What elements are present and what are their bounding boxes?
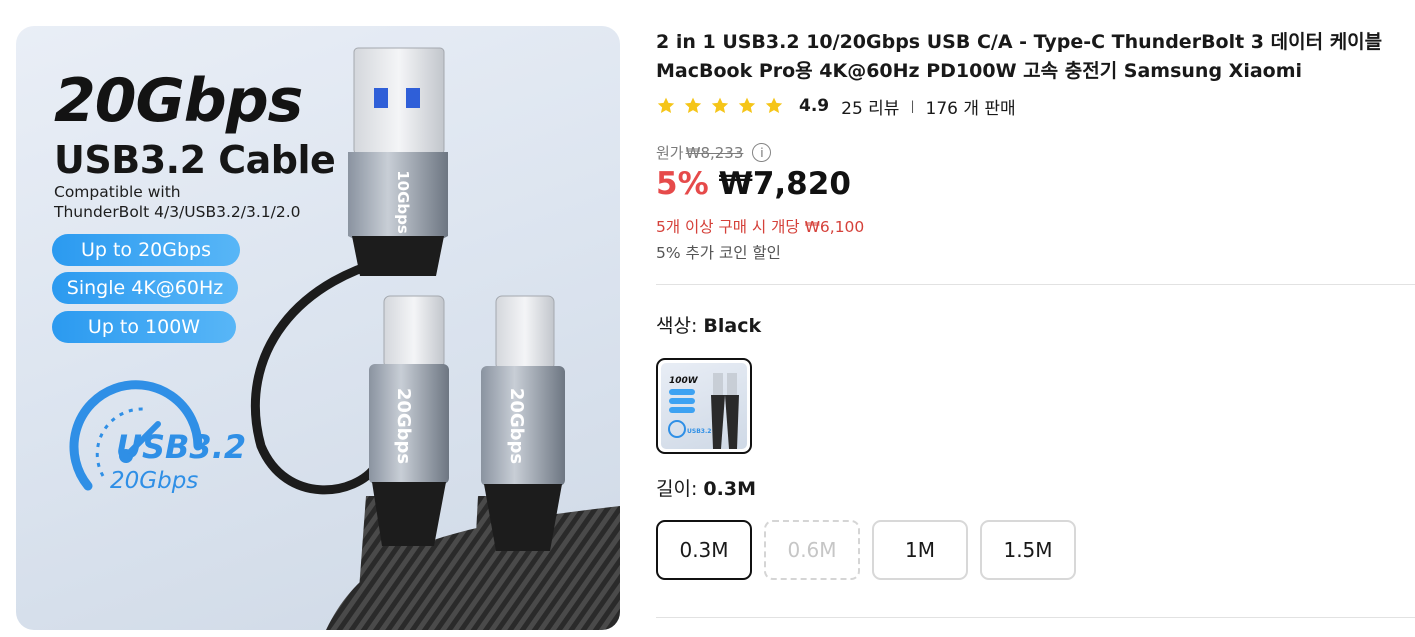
product-title-line1: 2 in 1 USB3.2 10/20Gbps USB C/A - Type-C… (656, 31, 1383, 53)
product-main-image[interactable]: 20Gbps USB3.2 Cable Compatible with Thun… (16, 26, 620, 630)
length-option-1-5m[interactable]: 1.5M (980, 520, 1076, 580)
star-icon (737, 96, 757, 116)
original-price: ₩8,233 (685, 143, 744, 162)
rating-row[interactable]: 4.9 25 리뷰 | 176 개 판매 (656, 94, 1016, 119)
image-gauge-speed: 20Gbps (110, 468, 199, 494)
color-option-label: 색상: Black (656, 311, 761, 338)
color-swatch-black[interactable]: 100W USB3.2 (656, 358, 752, 454)
svg-text:100W: 100W (669, 376, 699, 386)
image-feature-pill: Single 4K@60Hz (52, 272, 238, 304)
original-price-label: 원가 (656, 144, 684, 162)
length-selected-value: 0.3M (703, 478, 756, 500)
coin-discount-text: 5% 추가 코인 할인 (656, 244, 781, 262)
star-icon (710, 96, 730, 116)
length-option-0-3m[interactable]: 0.3M (656, 520, 752, 580)
image-feature-pill: Up to 100W (52, 311, 236, 343)
length-option-1m[interactable]: 1M (872, 520, 968, 580)
svg-text:10Gbps: 10Gbps (394, 170, 412, 234)
separator: | (910, 99, 915, 113)
svg-text:USB3.2: USB3.2 (687, 428, 711, 435)
star-icon (656, 96, 676, 116)
bulk-discount-text[interactable]: 5개 이상 구매 시 개당 ₩6,100 (656, 215, 864, 237)
product-title-line2: MacBook Pro용 4K@60Hz PD100W 고속 충전기 Samsu… (656, 60, 1303, 82)
svg-text:20Gbps: 20Gbps (393, 388, 414, 464)
rating-value: 4.9 (799, 96, 830, 116)
star-icon (764, 96, 784, 116)
sold-count: 176 개 판매 (925, 98, 1016, 119)
divider (656, 617, 1415, 618)
length-option-0-6m[interactable]: 0.6M (764, 520, 860, 580)
sale-price: ₩7,820 (718, 166, 851, 202)
product-title: 2 in 1 USB3.2 10/20Gbps USB C/A - Type-C… (656, 28, 1406, 86)
info-icon[interactable]: i (752, 143, 772, 162)
discount-badge: 5% (656, 166, 709, 202)
color-swatch-thumbnail: 100W USB3.2 (661, 363, 747, 449)
star-icon (683, 96, 703, 116)
length-option-label: 길이: 0.3M (656, 474, 756, 501)
original-price-row: 원가 ₩8,233 i (656, 142, 772, 163)
product-page: 20Gbps USB3.2 Cable Compatible with Thun… (0, 0, 1415, 637)
image-feature-pill: Up to 20Gbps (52, 234, 240, 266)
divider (656, 284, 1415, 285)
color-selected-value: Black (703, 315, 762, 337)
cable-illustration: 10Gbps 20Gbps 20Gbps (250, 47, 620, 630)
review-count-link[interactable]: 25 리뷰 (841, 94, 899, 119)
svg-text:20Gbps: 20Gbps (506, 388, 527, 464)
cable-thumbnail-icon: 100W USB3.2 (668, 373, 739, 449)
color-label-text: 색상: (656, 315, 704, 337)
length-label-text: 길이: (656, 478, 704, 500)
price-row: 5% ₩7,820 (656, 166, 851, 202)
product-details: 2 in 1 USB3.2 10/20Gbps USB C/A - Type-C… (656, 28, 1415, 618)
